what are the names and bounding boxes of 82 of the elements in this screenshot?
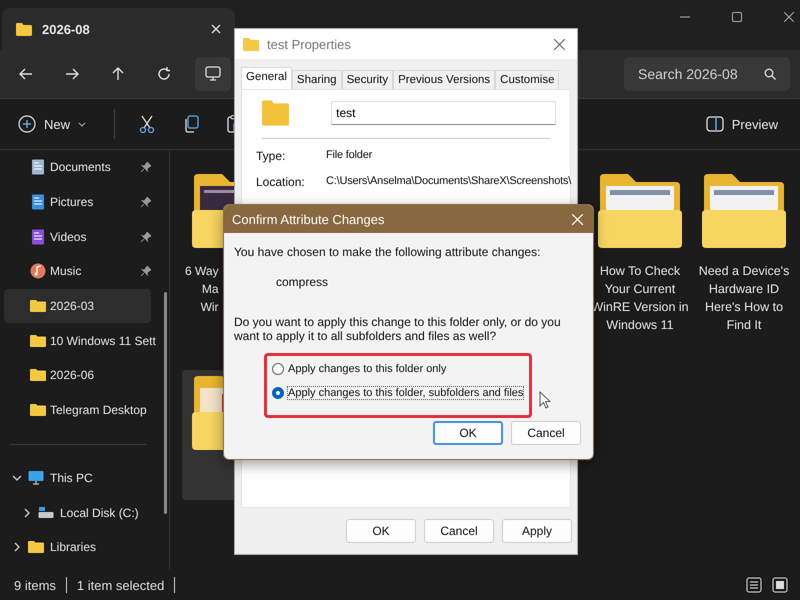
forward-icon[interactable]: [65, 67, 79, 81]
sidebar-item[interactable]: 2026-06: [4, 358, 165, 393]
close-icon[interactable]: [784, 12, 794, 22]
preview-pane-icon: [706, 116, 724, 132]
dialog-button[interactable]: Cancel: [424, 519, 494, 543]
dialog-message: You have chosen to make the following attribute changes:: [234, 245, 542, 259]
dialog-button[interactable]: OK: [433, 421, 503, 445]
folder-tab[interactable]: 2026-08: [2, 8, 235, 50]
sidebar-item[interactable]: Videos: [4, 219, 165, 254]
up-icon[interactable]: [111, 67, 125, 81]
minimize-icon[interactable]: [680, 16, 690, 18]
folder-icon: [30, 402, 46, 418]
pin-icon[interactable]: [141, 197, 151, 208]
sidebar-item[interactable]: Pictures: [4, 184, 165, 220]
chevron-right-icon[interactable]: [22, 508, 32, 518]
disk-drive-icon: [38, 504, 54, 521]
pin-icon[interactable]: [141, 232, 151, 242]
sidebar-item[interactable]: Documents: [4, 150, 165, 185]
folder-item[interactable]: Need a Device's Hardware ID Here's How to Find It: [692, 168, 796, 340]
item-count: 9 items: [14, 578, 56, 592]
dialog-title: test Properties: [267, 36, 351, 52]
refresh-icon[interactable]: [157, 67, 171, 81]
dialog-tab[interactable]: Security: [342, 70, 394, 89]
selection-count: 1 item selected: [76, 578, 164, 592]
sidebar-item[interactable]: 10 Windows 11 Sett: [4, 323, 165, 358]
scrollbar[interactable]: [164, 292, 167, 514]
back-icon[interactable]: [19, 67, 33, 81]
field-label: Location:: [256, 175, 306, 191]
search-icon: [764, 68, 776, 80]
mouse-pointer-icon: [539, 391, 551, 409]
new-button[interactable]: New: [14, 111, 90, 137]
radio-option[interactable]: Apply changes to this folder only: [272, 357, 583, 381]
folder-icon: [262, 100, 290, 126]
dialog-tab[interactable]: General: [241, 67, 292, 89]
document-icon: [30, 159, 46, 176]
pin-icon[interactable]: [141, 162, 151, 172]
plus-circle-icon: [18, 115, 36, 133]
tree-item[interactable]: This PC: [4, 460, 165, 496]
dialog-tab[interactable]: Previous Versions: [393, 70, 496, 89]
radio-button[interactable]: [272, 387, 284, 399]
sidebar-item[interactable]: Telegram Desktop: [4, 392, 165, 428]
close-tab-icon[interactable]: [211, 24, 221, 34]
dialog-button[interactable]: OK: [346, 519, 416, 543]
tree-item[interactable]: Libraries: [4, 530, 165, 565]
monitor-icon: [28, 470, 44, 486]
folder-icon: [30, 367, 46, 384]
sidebar-item[interactable]: Music: [4, 254, 165, 289]
close-icon[interactable]: [554, 38, 565, 50]
folder-icon: [28, 539, 44, 556]
dialog-question: Do you want to apply this change to this folder only, or do you want to apply it to all subfolders and files as well?: [234, 315, 562, 343]
details-view-icon[interactable]: [746, 577, 762, 593]
preview-button[interactable]: Preview: [702, 112, 782, 136]
folder-icon: [16, 22, 32, 36]
field-value: File folder: [326, 149, 372, 163]
dialog-title: Confirm Attribute Changes: [232, 212, 384, 226]
cut-icon[interactable]: [139, 115, 156, 133]
radio-option[interactable]: Apply changes to this folder, subfolders and files: [272, 381, 583, 405]
caret-icon: [78, 122, 86, 126]
music-note-icon: [30, 263, 46, 280]
dialog-tab[interactable]: Customise: [495, 70, 560, 89]
radio-button[interactable]: [272, 363, 284, 375]
pin-icon[interactable]: [141, 266, 151, 276]
field-value: C:\Users\Anselma\Documents\ShareX\Screenshots\: [326, 175, 572, 189]
sidebar-item[interactable]: 2026-03: [4, 288, 151, 324]
folder-icon: [30, 332, 46, 349]
copy-icon[interactable]: [183, 115, 200, 133]
search-field[interactable]: Search 2026-08: [624, 57, 790, 91]
monitor-icon: [205, 66, 221, 82]
tiles-view-icon[interactable]: [772, 577, 788, 593]
dialog-tab[interactable]: Sharing: [292, 70, 342, 89]
field-label: Type:: [256, 149, 286, 165]
attribute-name: compress: [276, 275, 330, 289]
folder-icon: [243, 38, 259, 50]
tree-item[interactable]: Local Disk (C:): [4, 495, 165, 530]
dialog-button[interactable]: Apply: [502, 519, 572, 543]
dialog-button[interactable]: Cancel: [511, 421, 581, 445]
chevron-down-icon[interactable]: [12, 472, 22, 483]
this-pc-button[interactable]: [195, 57, 231, 91]
name-field[interactable]: test: [331, 101, 556, 125]
chevron-right-icon[interactable]: [12, 542, 22, 552]
maximize-icon[interactable]: [732, 12, 742, 22]
folder-icon: [30, 298, 46, 314]
